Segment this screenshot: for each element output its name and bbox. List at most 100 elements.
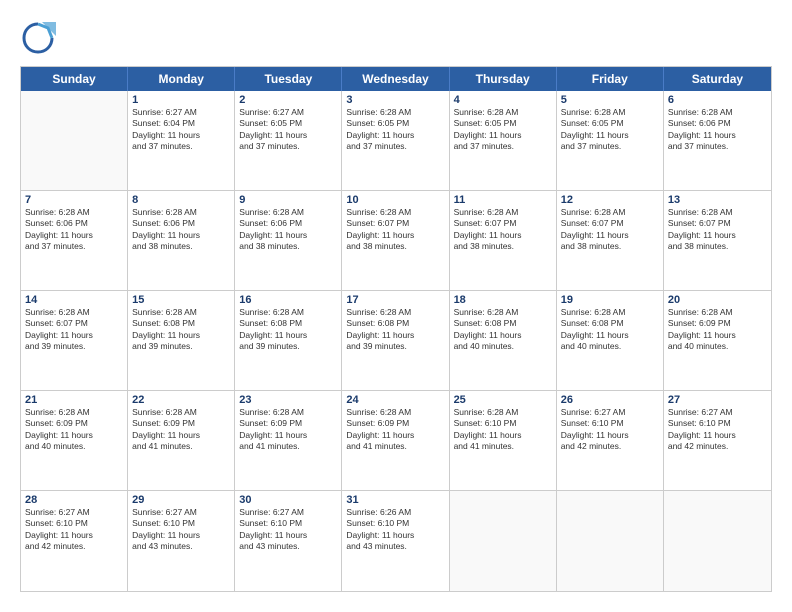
day-info: Sunrise: 6:28 AM Sunset: 6:08 PM Dayligh… <box>454 307 552 353</box>
day-number: 19 <box>561 294 659 306</box>
day-info: Sunrise: 6:28 AM Sunset: 6:07 PM Dayligh… <box>25 307 123 353</box>
calendar-cell: 8Sunrise: 6:28 AM Sunset: 6:06 PM Daylig… <box>128 191 235 290</box>
day-info: Sunrise: 6:28 AM Sunset: 6:10 PM Dayligh… <box>454 407 552 453</box>
calendar-cell: 10Sunrise: 6:28 AM Sunset: 6:07 PM Dayli… <box>342 191 449 290</box>
day-number: 12 <box>561 194 659 206</box>
day-number: 23 <box>239 394 337 406</box>
calendar-body: 1Sunrise: 6:27 AM Sunset: 6:04 PM Daylig… <box>21 91 771 591</box>
weekday-header: Friday <box>557 67 664 91</box>
calendar-cell: 30Sunrise: 6:27 AM Sunset: 6:10 PM Dayli… <box>235 491 342 591</box>
calendar-cell: 17Sunrise: 6:28 AM Sunset: 6:08 PM Dayli… <box>342 291 449 390</box>
weekday-header: Sunday <box>21 67 128 91</box>
day-info: Sunrise: 6:28 AM Sunset: 6:05 PM Dayligh… <box>561 107 659 153</box>
day-info: Sunrise: 6:28 AM Sunset: 6:06 PM Dayligh… <box>239 207 337 253</box>
day-number: 18 <box>454 294 552 306</box>
day-number: 26 <box>561 394 659 406</box>
day-info: Sunrise: 6:28 AM Sunset: 6:07 PM Dayligh… <box>668 207 767 253</box>
calendar-cell <box>664 491 771 591</box>
day-number: 22 <box>132 394 230 406</box>
calendar-cell: 9Sunrise: 6:28 AM Sunset: 6:06 PM Daylig… <box>235 191 342 290</box>
calendar-row: 28Sunrise: 6:27 AM Sunset: 6:10 PM Dayli… <box>21 491 771 591</box>
day-number: 24 <box>346 394 444 406</box>
calendar-cell: 14Sunrise: 6:28 AM Sunset: 6:07 PM Dayli… <box>21 291 128 390</box>
day-info: Sunrise: 6:28 AM Sunset: 6:09 PM Dayligh… <box>132 407 230 453</box>
calendar-cell: 26Sunrise: 6:27 AM Sunset: 6:10 PM Dayli… <box>557 391 664 490</box>
day-info: Sunrise: 6:28 AM Sunset: 6:09 PM Dayligh… <box>239 407 337 453</box>
calendar-cell: 1Sunrise: 6:27 AM Sunset: 6:04 PM Daylig… <box>128 91 235 190</box>
day-number: 15 <box>132 294 230 306</box>
day-info: Sunrise: 6:28 AM Sunset: 6:05 PM Dayligh… <box>346 107 444 153</box>
day-info: Sunrise: 6:27 AM Sunset: 6:04 PM Dayligh… <box>132 107 230 153</box>
calendar-cell: 24Sunrise: 6:28 AM Sunset: 6:09 PM Dayli… <box>342 391 449 490</box>
weekday-header: Thursday <box>450 67 557 91</box>
day-number: 20 <box>668 294 767 306</box>
day-info: Sunrise: 6:28 AM Sunset: 6:07 PM Dayligh… <box>561 207 659 253</box>
day-number: 29 <box>132 494 230 506</box>
day-number: 16 <box>239 294 337 306</box>
day-info: Sunrise: 6:27 AM Sunset: 6:10 PM Dayligh… <box>668 407 767 453</box>
calendar-cell: 21Sunrise: 6:28 AM Sunset: 6:09 PM Dayli… <box>21 391 128 490</box>
calendar-cell: 7Sunrise: 6:28 AM Sunset: 6:06 PM Daylig… <box>21 191 128 290</box>
day-number: 6 <box>668 94 767 106</box>
calendar-cell <box>557 491 664 591</box>
calendar-cell: 12Sunrise: 6:28 AM Sunset: 6:07 PM Dayli… <box>557 191 664 290</box>
day-info: Sunrise: 6:28 AM Sunset: 6:08 PM Dayligh… <box>132 307 230 353</box>
day-number: 4 <box>454 94 552 106</box>
calendar-cell: 27Sunrise: 6:27 AM Sunset: 6:10 PM Dayli… <box>664 391 771 490</box>
weekday-header: Saturday <box>664 67 771 91</box>
day-info: Sunrise: 6:26 AM Sunset: 6:10 PM Dayligh… <box>346 507 444 553</box>
calendar-row: 7Sunrise: 6:28 AM Sunset: 6:06 PM Daylig… <box>21 191 771 291</box>
day-info: Sunrise: 6:27 AM Sunset: 6:10 PM Dayligh… <box>239 507 337 553</box>
day-number: 17 <box>346 294 444 306</box>
calendar-cell <box>450 491 557 591</box>
calendar-cell: 19Sunrise: 6:28 AM Sunset: 6:08 PM Dayli… <box>557 291 664 390</box>
calendar-cell: 5Sunrise: 6:28 AM Sunset: 6:05 PM Daylig… <box>557 91 664 190</box>
calendar-cell: 20Sunrise: 6:28 AM Sunset: 6:09 PM Dayli… <box>664 291 771 390</box>
day-number: 7 <box>25 194 123 206</box>
day-info: Sunrise: 6:28 AM Sunset: 6:06 PM Dayligh… <box>25 207 123 253</box>
day-number: 2 <box>239 94 337 106</box>
day-info: Sunrise: 6:28 AM Sunset: 6:06 PM Dayligh… <box>132 207 230 253</box>
calendar-cell: 31Sunrise: 6:26 AM Sunset: 6:10 PM Dayli… <box>342 491 449 591</box>
weekday-header: Tuesday <box>235 67 342 91</box>
calendar-cell: 28Sunrise: 6:27 AM Sunset: 6:10 PM Dayli… <box>21 491 128 591</box>
day-info: Sunrise: 6:28 AM Sunset: 6:08 PM Dayligh… <box>346 307 444 353</box>
day-number: 11 <box>454 194 552 206</box>
day-number: 14 <box>25 294 123 306</box>
calendar-cell: 23Sunrise: 6:28 AM Sunset: 6:09 PM Dayli… <box>235 391 342 490</box>
calendar-cell: 11Sunrise: 6:28 AM Sunset: 6:07 PM Dayli… <box>450 191 557 290</box>
calendar-cell: 4Sunrise: 6:28 AM Sunset: 6:05 PM Daylig… <box>450 91 557 190</box>
day-number: 21 <box>25 394 123 406</box>
day-info: Sunrise: 6:27 AM Sunset: 6:10 PM Dayligh… <box>561 407 659 453</box>
calendar-row: 21Sunrise: 6:28 AM Sunset: 6:09 PM Dayli… <box>21 391 771 491</box>
calendar-header: SundayMondayTuesdayWednesdayThursdayFrid… <box>21 67 771 91</box>
page: SundayMondayTuesdayWednesdayThursdayFrid… <box>0 0 792 612</box>
calendar-cell: 2Sunrise: 6:27 AM Sunset: 6:05 PM Daylig… <box>235 91 342 190</box>
day-number: 10 <box>346 194 444 206</box>
day-number: 25 <box>454 394 552 406</box>
day-number: 27 <box>668 394 767 406</box>
logo-icon <box>20 20 56 56</box>
calendar-cell: 25Sunrise: 6:28 AM Sunset: 6:10 PM Dayli… <box>450 391 557 490</box>
calendar-cell: 16Sunrise: 6:28 AM Sunset: 6:08 PM Dayli… <box>235 291 342 390</box>
header <box>20 20 772 56</box>
day-info: Sunrise: 6:28 AM Sunset: 6:09 PM Dayligh… <box>25 407 123 453</box>
day-info: Sunrise: 6:28 AM Sunset: 6:08 PM Dayligh… <box>561 307 659 353</box>
day-info: Sunrise: 6:27 AM Sunset: 6:10 PM Dayligh… <box>132 507 230 553</box>
day-number: 31 <box>346 494 444 506</box>
day-info: Sunrise: 6:28 AM Sunset: 6:09 PM Dayligh… <box>668 307 767 353</box>
day-number: 9 <box>239 194 337 206</box>
calendar-row: 1Sunrise: 6:27 AM Sunset: 6:04 PM Daylig… <box>21 91 771 191</box>
calendar-cell: 15Sunrise: 6:28 AM Sunset: 6:08 PM Dayli… <box>128 291 235 390</box>
day-info: Sunrise: 6:28 AM Sunset: 6:09 PM Dayligh… <box>346 407 444 453</box>
calendar-cell: 13Sunrise: 6:28 AM Sunset: 6:07 PM Dayli… <box>664 191 771 290</box>
day-info: Sunrise: 6:28 AM Sunset: 6:06 PM Dayligh… <box>668 107 767 153</box>
weekday-header: Wednesday <box>342 67 449 91</box>
day-number: 3 <box>346 94 444 106</box>
day-info: Sunrise: 6:28 AM Sunset: 6:08 PM Dayligh… <box>239 307 337 353</box>
day-info: Sunrise: 6:28 AM Sunset: 6:05 PM Dayligh… <box>454 107 552 153</box>
calendar-cell: 22Sunrise: 6:28 AM Sunset: 6:09 PM Dayli… <box>128 391 235 490</box>
day-info: Sunrise: 6:27 AM Sunset: 6:10 PM Dayligh… <box>25 507 123 553</box>
day-number: 30 <box>239 494 337 506</box>
day-number: 1 <box>132 94 230 106</box>
